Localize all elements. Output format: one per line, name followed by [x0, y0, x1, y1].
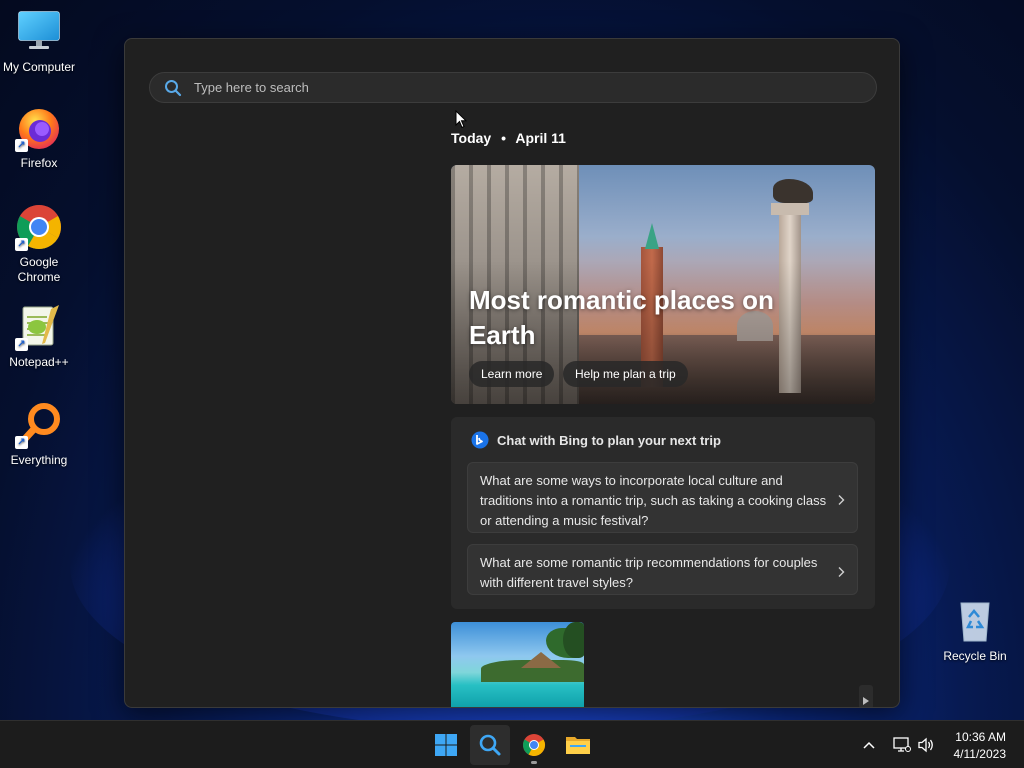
desktop-icon-label: Everything: [10, 453, 68, 467]
desktop-icon-label: My Computer: [2, 60, 76, 74]
chat-suggestion[interactable]: What are some romantic trip recommendati…: [467, 544, 858, 595]
search-input[interactable]: [194, 80, 844, 95]
desktop-icon-label: Notepad++: [9, 355, 69, 369]
taskbar-chrome-button[interactable]: [514, 725, 554, 765]
date-today-label: Today: [451, 130, 492, 146]
shortcut-arrow-icon: ↗: [15, 436, 28, 449]
desktop-icon-my-computer[interactable]: My Computer: [0, 8, 78, 75]
chrome-icon: ↗: [15, 203, 63, 251]
tropical-beach-thumbnail[interactable]: [451, 622, 584, 707]
search-box[interactable]: [149, 72, 877, 103]
start-icon: [435, 734, 457, 756]
search-icon: [164, 79, 182, 97]
chat-heading-text: Chat with Bing to plan your next trip: [497, 432, 721, 448]
play-arrow-icon: [863, 697, 869, 705]
desktop-icon-firefox[interactable]: ↗ Firefox: [0, 104, 78, 171]
network-icon[interactable]: [890, 737, 914, 753]
desktop-icon-label: Google Chrome: [17, 255, 61, 284]
chevron-right-icon: [835, 492, 847, 505]
desktop-icon-label: Recycle Bin: [943, 649, 1007, 663]
chat-suggestion[interactable]: What are some ways to incorporate local …: [467, 462, 858, 533]
notepad-plus-plus-icon: ↗: [15, 303, 63, 351]
system-tray: [858, 721, 938, 768]
learn-more-button[interactable]: Learn more: [469, 361, 555, 387]
search-icon: [479, 734, 501, 756]
scroll-right-button[interactable]: [859, 685, 873, 707]
bing-icon: [471, 431, 489, 449]
desktop-icon-everything[interactable]: ↗ Everything: [0, 401, 78, 468]
search-panel: Today • April 11 Most romantic places on…: [124, 38, 900, 708]
date-separator: •: [501, 130, 506, 146]
desktop-icon-recycle-bin[interactable]: Recycle Bin: [936, 597, 1014, 664]
chat-suggestion-text: What are some ways to incorporate local …: [480, 473, 827, 528]
shortcut-arrow-icon: ↗: [15, 139, 28, 152]
bing-chat-card: Chat with Bing to plan your next trip Wh…: [451, 417, 875, 609]
desktop-icon-google-chrome[interactable]: ↗ Google Chrome: [0, 203, 78, 285]
date-heading: Today • April 11: [451, 130, 566, 146]
clock-time: 10:36 AM: [955, 730, 1006, 744]
thumbnail-palm: [563, 622, 584, 658]
taskbar-clock[interactable]: 10:36 AM 4/11/2023: [954, 729, 1007, 763]
recycle-bin-icon: [951, 597, 999, 645]
chat-heading: Chat with Bing to plan your next trip: [471, 431, 721, 449]
date-value: April 11: [515, 130, 566, 146]
start-button[interactable]: [426, 725, 466, 765]
chevron-right-icon: [835, 564, 847, 577]
taskbar: 10:36 AM 4/11/2023: [0, 720, 1024, 768]
monitor-icon: [15, 8, 63, 56]
mouse-cursor-icon: [455, 109, 468, 129]
taskbar-file-explorer-button[interactable]: [558, 725, 598, 765]
file-explorer-icon: [566, 737, 590, 754]
clock-date: 4/11/2023: [953, 747, 1007, 761]
volume-icon[interactable]: [914, 737, 938, 753]
running-indicator: [531, 761, 537, 764]
magnifier-app-icon: ↗: [15, 401, 63, 449]
desktop-icon-notepad-plus-plus[interactable]: ↗ Notepad++: [0, 303, 78, 370]
taskbar-search-button[interactable]: [470, 725, 510, 765]
shortcut-arrow-icon: ↗: [15, 238, 28, 251]
plan-trip-button[interactable]: Help me plan a trip: [563, 361, 688, 387]
firefox-icon: ↗: [15, 104, 63, 152]
show-hidden-icons-chevron-icon[interactable]: [858, 741, 880, 749]
hero-title: Most romantic places on Earth: [469, 285, 774, 350]
desktop-icon-label: Firefox: [20, 156, 58, 170]
hero-card[interactable]: Most romantic places on Earth Learn more…: [451, 165, 875, 404]
chrome-icon: [523, 734, 545, 756]
chat-suggestion-text: What are some romantic trip recommendati…: [480, 555, 818, 590]
shortcut-arrow-icon: ↗: [15, 338, 28, 351]
